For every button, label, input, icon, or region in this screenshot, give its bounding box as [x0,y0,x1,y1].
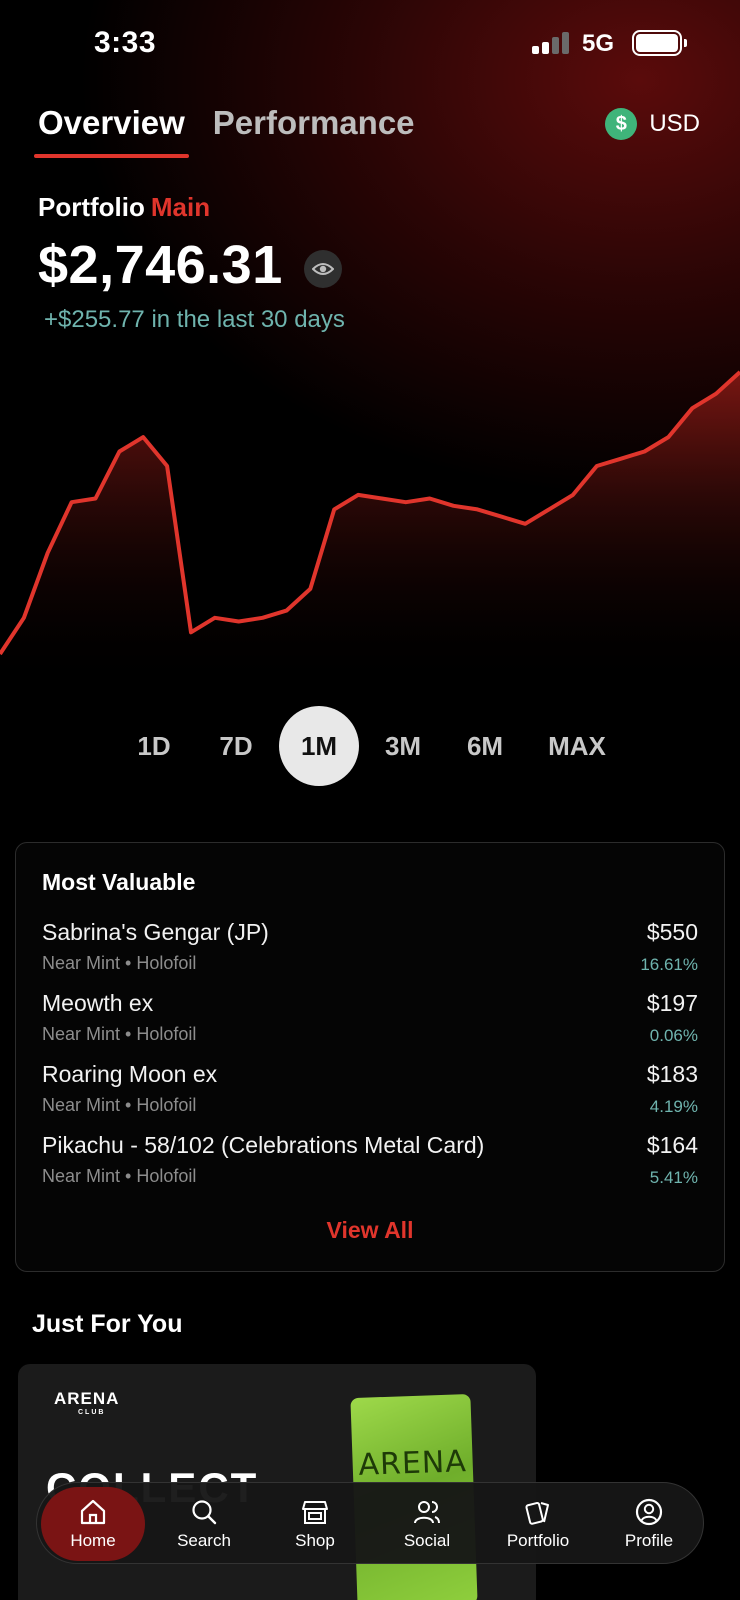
currency-selector[interactable]: $ USD [605,108,700,140]
card-condition: Near Mint • Holofoil [42,953,197,973]
bottom-nav: Home Search Shop Social Portfolio Profil… [36,1482,704,1564]
card-condition: Near Mint • Holofoil [42,1166,197,1186]
nav-label: Home [70,1531,116,1550]
chart-area [0,372,740,690]
portfolio-change: +$255.77 in the last 30 days [44,306,345,333]
nav-search[interactable]: Search [152,1483,256,1565]
card-percent: 16.61% [640,955,698,974]
range-1d[interactable]: 1D [114,706,194,786]
tab-overview[interactable]: Overview [34,104,189,158]
currency-label: USD [649,110,700,137]
range-6m[interactable]: 6M [445,706,525,786]
card-price: $197 [646,990,698,1016]
portfolio-label: Portfolio Main [38,192,210,223]
nav-home[interactable]: Home [41,1487,145,1561]
card-name: Meowth ex [42,990,154,1016]
nav-shop[interactable]: Shop [263,1483,367,1565]
nav-label: Profile [624,1531,674,1550]
search-icon [192,1500,217,1525]
nav-label: Search [177,1531,231,1550]
profile-icon [635,1498,663,1526]
shop-icon [302,1501,328,1524]
status-bar: 3:33 5G [0,0,740,90]
portfolio-value: $2,746.31 [38,235,283,295]
nav-label: Portfolio [506,1531,570,1550]
card-percent: 4.19% [649,1097,698,1116]
tab-performance[interactable]: Performance [213,104,415,156]
nav-label: Shop [295,1531,335,1550]
battery-icon [632,30,687,56]
social-icon [414,1501,440,1524]
nav-profile[interactable]: Profile [597,1483,701,1565]
portfolio-name[interactable]: Main [151,192,210,222]
list-item[interactable]: Roaring Moon ex Near Mint • Holofoil $18… [42,1061,698,1123]
range-1m[interactable]: 1M [279,706,359,786]
card-pack-text: ARENA [357,1444,468,1483]
card-price: $550 [646,919,698,945]
signal-icon [532,30,572,54]
card-name: Pikachu - 58/102 (Celebrations Metal Car… [42,1132,485,1158]
nav-label: Social [403,1531,451,1550]
eye-icon[interactable] [304,250,342,288]
portfolio-label-text: Portfolio [38,192,145,222]
view-all-link[interactable]: View All [16,1217,724,1244]
dollar-icon: $ [605,108,638,140]
card-price: $164 [646,1132,698,1158]
most-valuable-card: Most Valuable Sabrina's Gengar (JP) Near… [15,842,725,1272]
range-7d[interactable]: 7D [196,706,276,786]
just-for-you-title: Just For You [32,1310,183,1338]
overview-tabs: Overview Performance [34,104,443,158]
network-label: 5G [582,30,615,57]
cards-icon [525,1501,549,1525]
nav-social[interactable]: Social [375,1483,479,1565]
range-3m[interactable]: 3M [363,706,443,786]
card-condition: Near Mint • Holofoil [42,1024,197,1044]
card-percent: 5.41% [649,1168,698,1187]
list-item[interactable]: Meowth ex Near Mint • Holofoil $197 0.06… [42,990,698,1052]
card-price: $183 [646,1061,698,1087]
card-condition: Near Mint • Holofoil [42,1095,197,1115]
card-name: Sabrina's Gengar (JP) [42,919,269,945]
time-range-selector: 1D 7D 1M 3M 6M MAX [0,706,740,786]
nav-portfolio[interactable]: Portfolio [486,1483,590,1565]
arena-club-logo: ARENA [54,1389,120,1408]
card-percent: 0.06% [649,1026,698,1045]
portfolio-chart [0,370,740,690]
arena-club-logo-sub: CLUB [78,1409,106,1416]
card-name: Roaring Moon ex [42,1061,218,1087]
most-valuable-title: Most Valuable [42,869,196,895]
home-icon [80,1499,106,1525]
status-time: 3:33 [94,26,157,59]
range-max[interactable]: MAX [537,706,617,786]
list-item[interactable]: Pikachu - 58/102 (Celebrations Metal Car… [42,1132,698,1194]
list-item[interactable]: Sabrina's Gengar (JP) Near Mint • Holofo… [42,919,698,981]
